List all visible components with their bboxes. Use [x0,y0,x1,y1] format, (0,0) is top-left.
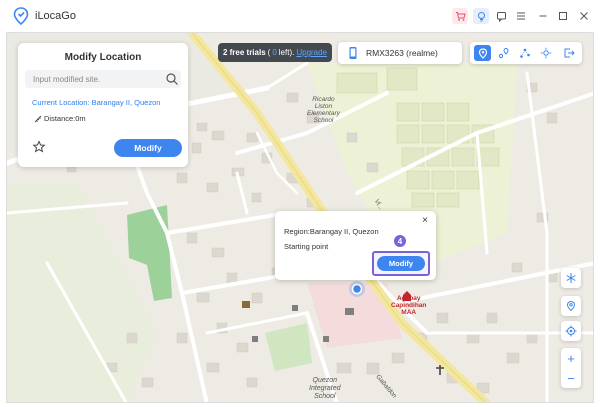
app-logo-icon [13,7,29,25]
trial-badge: 2 free trials ( 0 left). Upgrade [218,43,332,62]
modify-location-panel: Modify Location Current Location: Barang… [18,43,188,167]
location-pin-icon [349,281,365,297]
map-label-church: Aglipay Capindihan MAA [391,295,427,316]
map-label-school2: Quezon Integrated School [309,377,341,400]
panel-title: Modify Location [64,52,142,63]
bulb-icon[interactable] [473,8,489,24]
ruler-icon [34,115,42,122]
device-selector[interactable]: RMX3263 (realme) [338,42,462,64]
star-icon[interactable] [32,140,46,154]
phone-icon [349,47,357,59]
snowflake-icon[interactable] [561,268,581,288]
app-name: iLocaGo [35,10,76,22]
map-label-school1: Ricardo Liston Elementary School [307,96,340,124]
joystick-mode-icon[interactable] [537,45,554,61]
multi-spot-mode-icon[interactable] [516,45,533,61]
trial-suffix: left). [278,48,295,57]
popup-region-text: Region:Barangay II, Quezon [284,227,379,236]
modify-button[interactable]: Modify [114,139,182,157]
step-badge: 4 [393,234,407,248]
device-name: RMX3263 (realme) [366,48,438,58]
shop-poi-icon [252,336,258,342]
cart-icon[interactable] [452,8,468,24]
popup-starting-point: Starting point [284,242,329,251]
museum-icon [242,301,250,308]
school-poi-icon [345,308,354,315]
locate-me-icon[interactable] [561,321,581,341]
title-bar: iLocaGo [0,0,600,32]
menu-icon[interactable] [513,8,529,24]
distance-text: Distance:0m [44,114,86,123]
search-icon[interactable] [165,72,179,86]
close-icon[interactable]: × [420,215,430,227]
current-location-text: Current Location: Barangay II, Quezon [32,98,161,107]
site-search-input[interactable] [25,70,181,88]
trial-open: ( [267,48,271,57]
feedback-icon[interactable] [493,8,509,24]
trial-count: 0 [272,48,277,57]
upgrade-link[interactable]: Upgrade [296,48,327,57]
minimize-icon[interactable] [535,8,551,24]
zoom-out-button[interactable]: − [561,368,581,388]
exit-icon[interactable] [560,45,577,61]
zoom-control: + − [561,348,581,388]
teleport-mode-icon[interactable] [474,45,491,61]
zoom-in-button[interactable]: + [561,348,581,368]
map-style-icon[interactable] [561,296,581,316]
distance-readout: Distance:0m [34,114,86,123]
mode-toolbar [470,42,582,64]
maximize-icon[interactable] [555,8,571,24]
popup-modify-button[interactable]: Modify [377,256,425,271]
close-window-icon[interactable] [576,8,592,24]
tower-poi-icon [292,305,298,311]
parking-poi-icon [323,336,329,342]
two-spot-mode-icon[interactable] [495,45,512,61]
trial-prefix: 2 free trials [222,48,266,57]
